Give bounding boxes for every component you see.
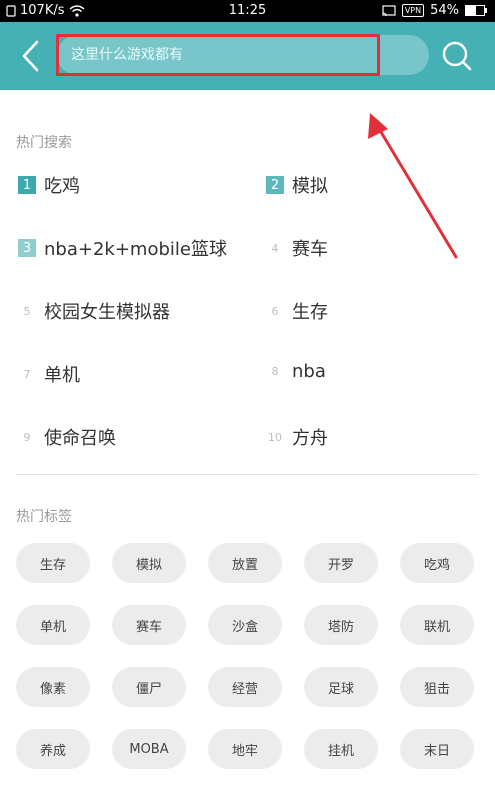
tag-chip[interactable]: 经营: [208, 667, 282, 707]
rank-badge: 5: [23, 304, 31, 318]
hot-tags-grid: 生存 模拟 放置 开罗 吃鸡单机 赛车 沙盒 塔防 联机像素 僵尸 经营 足球 狙击养成 MOBA 地牢 挂机…: [16, 543, 486, 769]
tag-chip[interactable]: 沙盒: [208, 605, 282, 645]
hot-search-item[interactable]: 5 校园女生模拟器: [18, 298, 171, 324]
tag-chip[interactable]: 挂机: [304, 729, 378, 769]
hot-search-label: 单机: [44, 365, 80, 386]
tag-chip[interactable]: 养成: [16, 729, 90, 769]
cast-icon: [382, 4, 396, 16]
back-button[interactable]: [16, 38, 46, 74]
rank-badge: 2: [266, 176, 284, 194]
hot-search-item[interactable]: 9 使命召唤: [18, 424, 117, 450]
hot-search-label: 方舟: [292, 428, 328, 449]
hot-search-title: 热门搜索: [16, 135, 72, 151]
hot-search-item[interactable]: 6 生存: [266, 298, 329, 324]
hot-search-item[interactable]: 3 nba+2k+mobile篮球: [18, 235, 227, 261]
hot-search-item[interactable]: 7 单机: [18, 361, 81, 387]
tag-chip[interactable]: 足球: [304, 667, 378, 707]
tag-chip[interactable]: 吃鸡: [400, 543, 474, 583]
hot-tags-title: 热门标签: [16, 509, 72, 525]
hot-search-item[interactable]: 8 nba: [266, 361, 326, 382]
hot-search-item[interactable]: 4 赛车: [266, 235, 329, 261]
search-button[interactable]: [441, 40, 473, 72]
hot-search-item[interactable]: 10 方舟: [266, 424, 328, 450]
rank-badge: 9: [23, 430, 31, 444]
battery-fill: [466, 6, 476, 15]
status-bar: 107K/s 11:25 VPN 54%: [0, 0, 495, 22]
rank-badge: 4: [271, 241, 279, 255]
hot-search-label: nba: [292, 361, 326, 382]
hot-search-label: 校园女生模拟器: [44, 302, 170, 323]
hot-search-label: 吃鸡: [44, 176, 80, 197]
tag-chip[interactable]: 狙击: [400, 667, 474, 707]
section-divider: [16, 474, 478, 475]
search-input[interactable]: [57, 35, 429, 75]
rank-badge: 6: [271, 304, 279, 318]
tag-chip[interactable]: 像素: [16, 667, 90, 707]
tag-chip[interactable]: 模拟: [112, 543, 186, 583]
hot-search-label: 赛车: [292, 239, 328, 260]
battery-icon: [465, 5, 487, 16]
tag-chip[interactable]: 僵尸: [112, 667, 186, 707]
hot-search-label: nba+2k+mobile篮球: [44, 239, 227, 260]
tag-chip[interactable]: 赛车: [112, 605, 186, 645]
rank-badge: 7: [23, 367, 31, 381]
search-icon: [442, 41, 472, 71]
tag-chip[interactable]: 单机: [16, 605, 90, 645]
search-header: [0, 22, 495, 90]
chevron-left-icon: [22, 40, 39, 72]
annotation-arrow: [368, 113, 458, 259]
rank-badge: 8: [271, 365, 279, 378]
hot-search-label: 模拟: [292, 176, 328, 197]
battery-percent: 54%: [430, 3, 459, 18]
status-right: VPN 54%: [382, 3, 487, 18]
hot-search-label: 使命召唤: [44, 428, 116, 449]
tag-chip[interactable]: 生存: [16, 543, 90, 583]
tag-chip[interactable]: 放置: [208, 543, 282, 583]
rank-badge: 1: [18, 176, 36, 194]
tag-chip[interactable]: 开罗: [304, 543, 378, 583]
hot-search-label: 生存: [292, 302, 328, 323]
tag-chip[interactable]: 塔防: [304, 605, 378, 645]
rank-badge: 10: [268, 430, 282, 444]
tag-chip[interactable]: 联机: [400, 605, 474, 645]
tag-chip[interactable]: 末日: [400, 729, 474, 769]
tag-chip[interactable]: MOBA: [112, 729, 186, 769]
rank-badge: 3: [18, 239, 36, 257]
search-box[interactable]: [57, 35, 429, 75]
tag-chip[interactable]: 地牢: [208, 729, 282, 769]
hot-search-item[interactable]: 2 模拟: [266, 172, 328, 198]
vpn-badge: VPN: [401, 4, 425, 17]
hot-search-item[interactable]: 1 吃鸡: [18, 172, 80, 198]
